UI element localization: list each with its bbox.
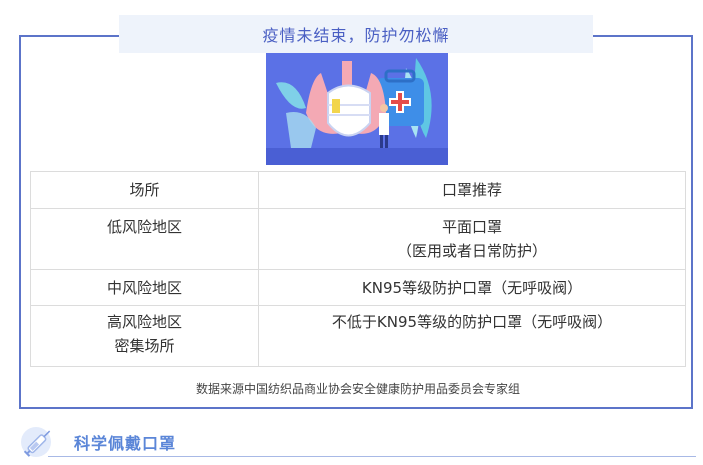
table-row: 高风险地区 密集场所 不低于KN95等级的防护口罩（无呼吸阀） [30, 305, 686, 367]
source-note: 数据来源中国纺织品商业协会安全健康防护用品委员会专家组 [195, 382, 520, 396]
header-recommend: 口罩推荐 [258, 171, 686, 209]
mask-recommendation-table: 场所 口罩推荐 低风险地区 平面口罩 （医用或者日常防护） 中风险地区 KN95… [30, 171, 686, 367]
place-line: 中风险地区 [106, 278, 182, 297]
place-cell: 低风险地区 [30, 208, 259, 270]
section-title: 科学佩戴口罩 [74, 434, 177, 453]
section-divider [48, 456, 696, 457]
header-place: 场所 [30, 171, 259, 209]
place-line: 密集场所 [114, 337, 175, 355]
recommend-line: KN95等级防护口罩（无呼吸阀） [361, 278, 583, 297]
recommend-cell: 不低于KN95等级的防护口罩（无呼吸阀） [258, 305, 686, 367]
table-header-row: 场所 口罩推荐 [30, 171, 686, 209]
recommend-line: 平面口罩 [441, 218, 502, 236]
table-row: 低风险地区 平面口罩 （医用或者日常防护） [30, 208, 686, 270]
mask-lungs-medkit-icon [266, 53, 448, 165]
recommend-cell: KN95等级防护口罩（无呼吸阀） [258, 269, 686, 306]
recommend-cell: 平面口罩 （医用或者日常防护） [258, 208, 686, 270]
recommend-line: 不低于KN95等级的防护口罩（无呼吸阀） [331, 313, 613, 331]
place-line: 高风险地区 [106, 313, 182, 331]
place-cell: 高风险地区 密集场所 [30, 305, 259, 367]
place-cell: 中风险地区 [30, 269, 259, 306]
table-row: 中风险地区 KN95等级防护口罩（无呼吸阀） [30, 269, 686, 306]
recommend-line: （医用或者日常防护） [396, 242, 547, 260]
place-line: 低风险地区 [106, 218, 182, 236]
banner-title: 疫情未结束，防护勿松懈 [119, 15, 593, 53]
